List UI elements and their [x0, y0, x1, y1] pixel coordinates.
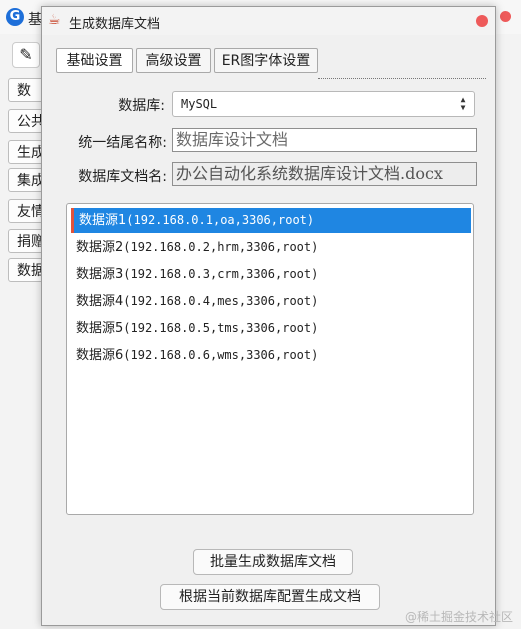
generate-doc-dialog: ☕ 生成数据库文档 基础设置 高级设置 ER图字体设置 数据库: MySQL ▲… [41, 6, 496, 626]
datasource-list[interactable]: 数据源1(192.168.0.1,oa,3306,root) 数据源2(192.… [66, 203, 474, 515]
datasource-name: 数据源6 [76, 348, 124, 363]
datasource-detail: (192.168.0.4,mes,3306,root) [123, 294, 319, 308]
list-item-datasource-4[interactable]: 数据源4(192.168.0.4,mes,3306,root) [71, 289, 471, 314]
datasource-detail: (192.168.0.6,wms,3306,root) [123, 348, 319, 362]
tab-separator [318, 78, 486, 79]
suffix-input[interactable]: 数据库设计文档 [172, 128, 477, 152]
database-select[interactable]: MySQL ▲ ▼ [172, 91, 475, 117]
list-item-datasource-6[interactable]: 数据源6(192.168.0.6,wms,3306,root) [71, 343, 471, 368]
list-item-datasource-1[interactable]: 数据源1(192.168.0.1,oa,3306,root) [71, 208, 471, 233]
background-window-title: 基 [28, 12, 42, 28]
generate-current-button[interactable]: 根据当前数据库配置生成文档 [160, 584, 380, 610]
database-select-value: MySQL [181, 97, 218, 111]
dialog-title: 生成数据库文档 [69, 17, 161, 32]
dialog-titlebar: ☕ 生成数据库文档 [42, 7, 495, 35]
datasource-name: 数据源5 [76, 321, 124, 336]
datasource-name: 数据源2 [76, 240, 124, 255]
datasource-name: 数据源3 [76, 267, 124, 282]
coffee-cup-icon: ☕ [48, 12, 61, 28]
app-logo-icon: G [6, 8, 24, 26]
tab-er-font-settings[interactable]: ER图字体设置 [214, 48, 318, 73]
datasource-detail: (192.168.0.1,oa,3306,root) [126, 213, 315, 227]
datasource-detail: (192.168.0.3,crm,3306,root) [123, 267, 319, 281]
list-item-datasource-2[interactable]: 数据源2(192.168.0.2,hrm,3306,root) [71, 235, 471, 260]
updown-arrows-icon: ▲ ▼ [460, 95, 466, 112]
datasource-name: 数据源4 [76, 294, 124, 309]
watermark: @稀土掘金技术社区 [404, 610, 513, 624]
datasource-detail: (192.168.0.2,hrm,3306,root) [123, 240, 319, 254]
datasource-name: 数据源1 [79, 213, 127, 228]
suffix-label: 统一结尾名称: [78, 135, 167, 151]
tab-advanced-settings[interactable]: 高级设置 [136, 48, 211, 73]
batch-generate-button[interactable]: 批量生成数据库文档 [193, 549, 353, 575]
docname-label: 数据库文档名: [78, 169, 167, 185]
toolbox-icon[interactable]: ✎ [12, 42, 40, 68]
close-icon[interactable] [476, 15, 488, 27]
list-item-datasource-5[interactable]: 数据源5(192.168.0.5,tms,3306,root) [71, 316, 471, 341]
background-close-icon[interactable] [500, 11, 511, 22]
docname-input[interactable]: 办公自动化系统数据库设计文档.docx [172, 162, 477, 186]
list-item-datasource-3[interactable]: 数据源3(192.168.0.3,crm,3306,root) [71, 262, 471, 287]
tab-basic-settings[interactable]: 基础设置 [56, 48, 133, 73]
database-label: 数据库: [118, 98, 165, 114]
datasource-detail: (192.168.0.5,tms,3306,root) [123, 321, 319, 335]
